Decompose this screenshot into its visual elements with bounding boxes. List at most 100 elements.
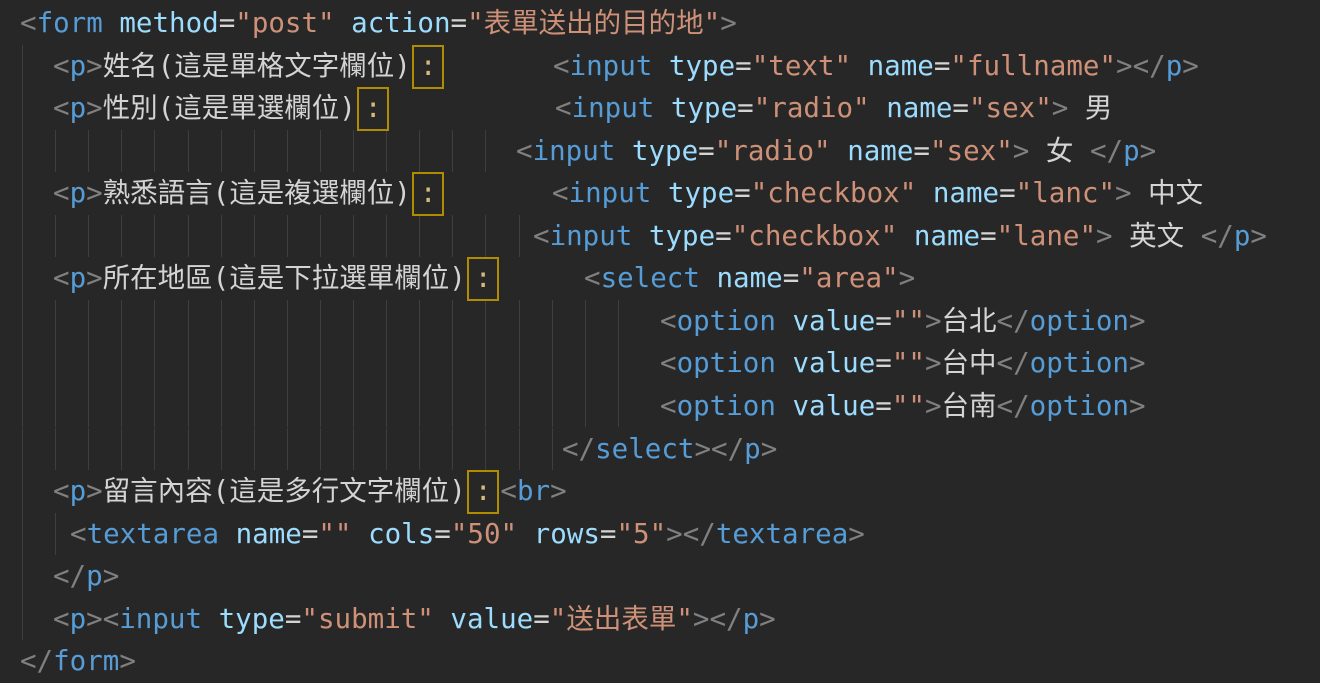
token-text <box>517 518 534 550</box>
token-string: "" <box>892 390 925 422</box>
token-punctuation: > <box>759 603 776 635</box>
token-punctuation: > <box>1129 347 1146 379</box>
token-text: 男 <box>1068 92 1112 124</box>
token-text: = <box>533 603 550 635</box>
token-punctuation: </ <box>20 645 53 677</box>
code-line-12[interactable]: <p>留言內容(這是多行文字欄位):<br> <box>0 470 1320 513</box>
unicode-highlight-box: : <box>412 172 445 216</box>
token-attribute-name: value <box>450 603 533 635</box>
token-text: = <box>875 390 892 422</box>
token-punctuation: > <box>925 390 942 422</box>
code-segment: <p>姓名(這是單格文字欄位): <box>53 45 445 88</box>
token-text: 熟悉語言(這是複選欄位) <box>103 177 411 209</box>
token-tag-name: input <box>572 92 655 124</box>
token-tag-name: textarea <box>716 518 848 550</box>
code-segment: <p>熟悉語言(這是複選欄位): <box>53 172 445 215</box>
code-line-6[interactable]: <input type="checkbox" name="lane"> 英文 <… <box>0 215 1320 258</box>
code-line-15[interactable]: <p><input type="submit" value="送出表單"></p… <box>0 598 1320 641</box>
token-punctuation: > <box>86 475 103 507</box>
token-tag-name: input <box>533 135 616 167</box>
code-line-2[interactable]: <p>姓名(這是單格文字欄位):<input type="text" name=… <box>0 45 1320 88</box>
code-segment: <p>性別(這是單選欄位): <box>53 87 390 130</box>
code-line-5[interactable]: <p>熟悉語言(這是複選欄位):<input type="checkbox" n… <box>0 172 1320 215</box>
token-punctuation: </ <box>1090 135 1123 167</box>
token-string: "5" <box>616 518 666 550</box>
token-string: "lanc" <box>1016 177 1115 209</box>
token-text <box>851 50 868 82</box>
token-string: "fullname" <box>950 50 1116 82</box>
token-tag-name: option <box>1030 390 1129 422</box>
token-text <box>916 177 933 209</box>
token-punctuation: > <box>119 645 136 677</box>
token-punctuation: > <box>899 262 916 294</box>
token-punctuation: > <box>925 347 942 379</box>
token-tag-name: input <box>119 603 202 635</box>
code-line-10[interactable]: <option value="">台南</option> <box>0 385 1320 428</box>
token-punctuation: </ <box>997 347 1030 379</box>
code-line-4[interactable]: <input type="radio" name="sex"> 女 </p> <box>0 130 1320 173</box>
token-punctuation: < <box>660 390 677 422</box>
code-line-1[interactable]: <form method="post" action="表單送出的目的地"> <box>0 2 1320 45</box>
token-string: "text" <box>752 50 851 82</box>
token-string: "" <box>318 518 351 550</box>
token-punctuation: </ <box>683 518 716 550</box>
token-string: "radio" <box>715 135 831 167</box>
code-segment: <input type="checkbox" name="lane"> 英文 <… <box>533 215 1267 258</box>
token-tag-name: p <box>1166 50 1183 82</box>
token-tag-name: form <box>37 7 103 39</box>
token-attribute-name: type <box>669 50 735 82</box>
token-punctuation: < <box>20 7 37 39</box>
token-punctuation: > <box>1129 390 1146 422</box>
token-text: = <box>600 518 617 550</box>
token-punctuation: > <box>86 262 103 294</box>
code-line-8[interactable]: <option value="">台北</option> <box>0 300 1320 343</box>
code-line-11[interactable]: </select></p> <box>0 428 1320 471</box>
code-line-13[interactable]: <textarea name="" cols="50" rows="5"></t… <box>0 513 1320 556</box>
token-attribute-name: value <box>792 305 875 337</box>
token-attribute-name: value <box>792 390 875 422</box>
token-text: 台南 <box>942 390 997 422</box>
token-text <box>776 390 793 422</box>
token-text: = <box>302 518 319 550</box>
token-attribute-name: action <box>351 7 450 39</box>
code-editor[interactable]: <form method="post" action="表單送出的目的地"><p… <box>0 0 1320 681</box>
code-segment: <option value="">台北</option> <box>660 300 1146 343</box>
token-attribute-name: type <box>219 603 285 635</box>
token-tag-name: select <box>601 262 700 294</box>
token-text: 英文 <box>1113 220 1201 252</box>
token-punctuation: > <box>1096 220 1113 252</box>
code-line-3[interactable]: <p>性別(這是單選欄位):<input type="radio" name="… <box>0 87 1320 130</box>
token-punctuation: </ <box>1133 50 1166 82</box>
token-string: "checkbox" <box>751 177 917 209</box>
token-punctuation: > <box>550 475 567 507</box>
token-text: = <box>783 262 800 294</box>
token-attribute-name: name <box>847 135 913 167</box>
token-text: 性別(這是單選欄位) <box>103 92 356 124</box>
token-punctuation: < <box>584 262 601 294</box>
token-punctuation: > <box>86 92 103 124</box>
code-line-16[interactable]: </form> <box>0 640 1320 683</box>
token-punctuation: > <box>1250 220 1267 252</box>
token-punctuation: > <box>1116 50 1133 82</box>
token-tag-name: option <box>677 305 776 337</box>
token-text: = <box>434 518 451 550</box>
token-text <box>632 220 649 252</box>
token-punctuation: > <box>848 518 865 550</box>
token-text: = <box>451 7 468 39</box>
code-line-14[interactable]: </p> <box>0 555 1320 598</box>
token-tag-name: textarea <box>87 518 219 550</box>
token-punctuation: > <box>1115 177 1132 209</box>
code-segment: <p>留言內容(這是多行文字欄位):<br> <box>53 470 567 513</box>
token-text <box>434 603 451 635</box>
token-tag-name: br <box>517 475 550 507</box>
token-punctuation: </ <box>53 560 86 592</box>
code-segment: <p>所在地區(這是下拉選單欄位): <box>53 257 500 300</box>
token-text <box>335 7 352 39</box>
token-punctuation: < <box>660 305 677 337</box>
code-line-7[interactable]: <p>所在地區(這是下拉選單欄位):<select name="area"> <box>0 257 1320 300</box>
token-string: "checkbox" <box>732 220 898 252</box>
token-attribute-name: name <box>236 518 302 550</box>
token-tag-name: input <box>569 177 652 209</box>
code-line-9[interactable]: <option value="">台中</option> <box>0 342 1320 385</box>
token-tag-name: option <box>1030 305 1129 337</box>
